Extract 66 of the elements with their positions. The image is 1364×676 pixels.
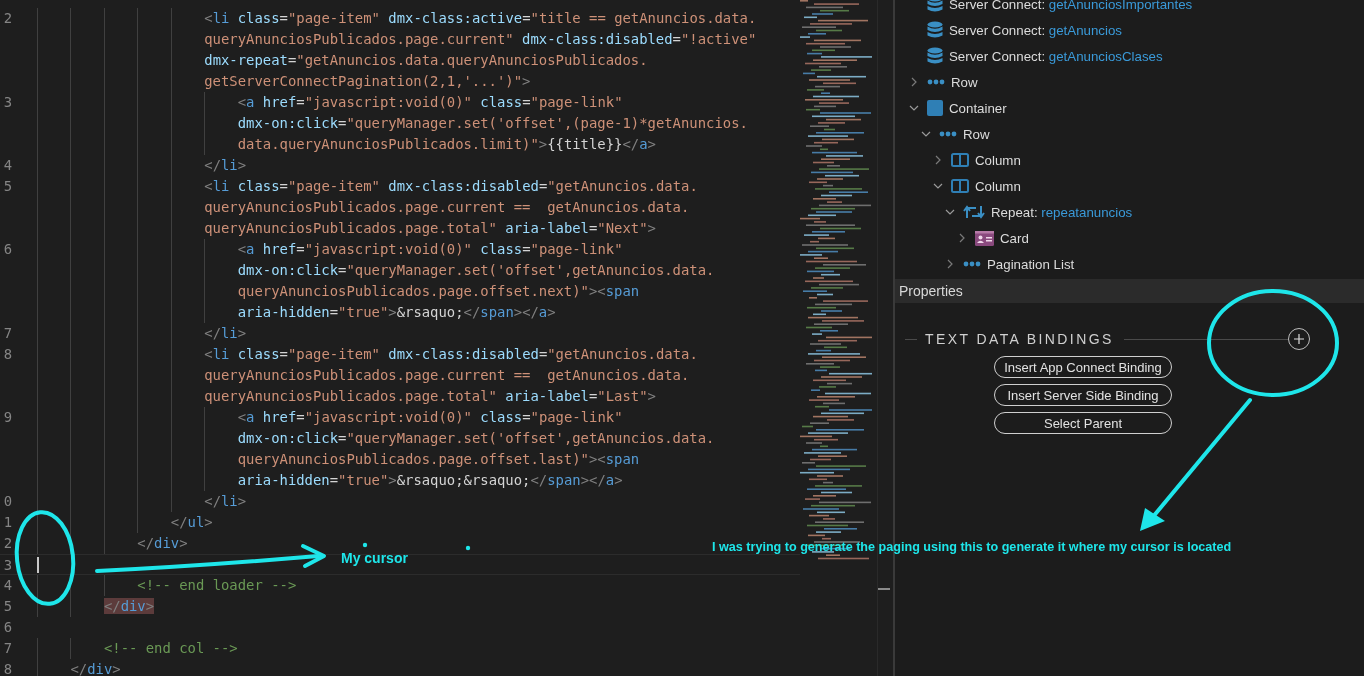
code-line: data.queryAnunciosPublicados.limit)">{{title}}</a> [0, 134, 800, 155]
code-line: 4 <!-- end loader --> [0, 575, 800, 596]
properties-header: Properties [895, 279, 1364, 303]
database-icon [927, 21, 943, 39]
code-line: 6 [2, 618, 13, 637]
annotation-text: I was trying to generate the paging using this to generate it where my cursor is located [712, 540, 1232, 554]
tree-item[interactable]: Server Connect: getAnunciosClases [895, 43, 1364, 69]
tree-item[interactable]: Card [895, 225, 1364, 251]
dots-icon [939, 131, 957, 137]
code-line: aria-hidden="true">&rsaquo;&rsaquo;</span></a> [0, 470, 800, 491]
code-line: 8 </div> [2, 659, 122, 676]
scrollbar-thumb[interactable] [878, 588, 890, 590]
chevron-down-icon[interactable] [909, 103, 919, 113]
tree-item[interactable]: Column [895, 173, 1364, 199]
chevron-down-icon[interactable] [945, 207, 955, 217]
code-line: queryAnunciosPublicados.page.current == getAnuncios.data. [0, 197, 800, 218]
annotation-dot [465, 545, 471, 551]
code-line: dmx-on:click="queryManager.set('offset',(page-1)*getAnuncios. [0, 113, 800, 134]
id-card-icon [975, 230, 994, 246]
repeat-arrows-icon [963, 205, 985, 219]
annotation-dot [362, 542, 368, 548]
code-line: 2 <li class="page-item" dmx-class:active="title == getAnuncios.data. [0, 8, 800, 29]
tree-item[interactable]: Row [895, 121, 1364, 147]
code-line: 5 </div> [0, 596, 800, 617]
code-line: 7 </li> [0, 323, 800, 344]
annotation-text: My cursor [341, 550, 408, 566]
code-line: 0 </li> [0, 491, 800, 512]
section-title: TEXT DATA BINDINGS [925, 331, 1114, 347]
chevron-down-icon[interactable] [933, 181, 943, 191]
dots-icon [963, 261, 981, 267]
tree-item[interactable]: Column [895, 147, 1364, 173]
tree-item[interactable]: Container [895, 95, 1364, 121]
code-line: 7 <!-- end col --> [0, 638, 800, 659]
square-icon [927, 100, 943, 116]
chevron-right-icon[interactable] [957, 233, 967, 243]
columns-icon [951, 153, 969, 167]
chevron-right-icon[interactable] [909, 77, 919, 87]
tree-item[interactable]: Pagination List [895, 251, 1364, 277]
columns-icon [951, 179, 969, 193]
tree-item[interactable]: Server Connect: getAnuncios [895, 17, 1364, 43]
code-line: aria-hidden="true">&rsaquo;</span></a> [0, 302, 800, 323]
code-line: 8 <li class="page-item" dmx-class:disabled="getAnuncios.data. [0, 344, 800, 365]
tree-item[interactable]: Row [895, 69, 1364, 95]
code-line: getServerConnectPagination(2,1,'...')"> [0, 71, 800, 92]
code-line: 6 <a href="javascript:void(0)" class="page-link" [0, 239, 800, 260]
code-line: 4 </li> [0, 155, 800, 176]
code-line: 1 </ul> [0, 512, 800, 533]
code-line: queryAnunciosPublicados.page.offset.next)"><span [0, 281, 800, 302]
code-line: 9 <a href="javascript:void(0)" class="page-link" [0, 407, 800, 428]
code-line: dmx-repeat="getAnuncios.data.queryAnunciosPublicados. [0, 50, 800, 71]
code-line: 5 <li class="page-item" dmx-class:disabled="getAnuncios.data. [0, 176, 800, 197]
database-icon [927, 47, 943, 65]
code-line: queryAnunciosPublicados.page.total" aria-label="Next"> [0, 218, 800, 239]
database-icon [927, 0, 943, 13]
code-line: queryAnunciosPublicados.page.current" dmx-class:disabled="!active" [0, 29, 800, 50]
code-line: dmx-on:click="queryManager.set('offset',getAnuncios.data. [0, 428, 800, 449]
code-line: queryAnunciosPublicados.page.total" aria-label="Last"> [0, 386, 800, 407]
chevron-right-icon[interactable] [945, 259, 955, 269]
chevron-right-icon[interactable] [933, 155, 943, 165]
chevron-down-icon[interactable] [921, 129, 931, 139]
code-line: 3 <a href="javascript:void(0)" class="page-link" [0, 92, 800, 113]
code-line: queryAnunciosPublicados.page.offset.last)"><span [0, 449, 800, 470]
dots-icon [927, 79, 945, 85]
code-line: queryAnunciosPublicados.page.current == getAnuncios.data. [0, 365, 800, 386]
tree-item[interactable]: Repeat: repeatanuncios [895, 199, 1364, 225]
code-line: dmx-on:click="queryManager.set('offset',getAnuncios.data. [0, 260, 800, 281]
